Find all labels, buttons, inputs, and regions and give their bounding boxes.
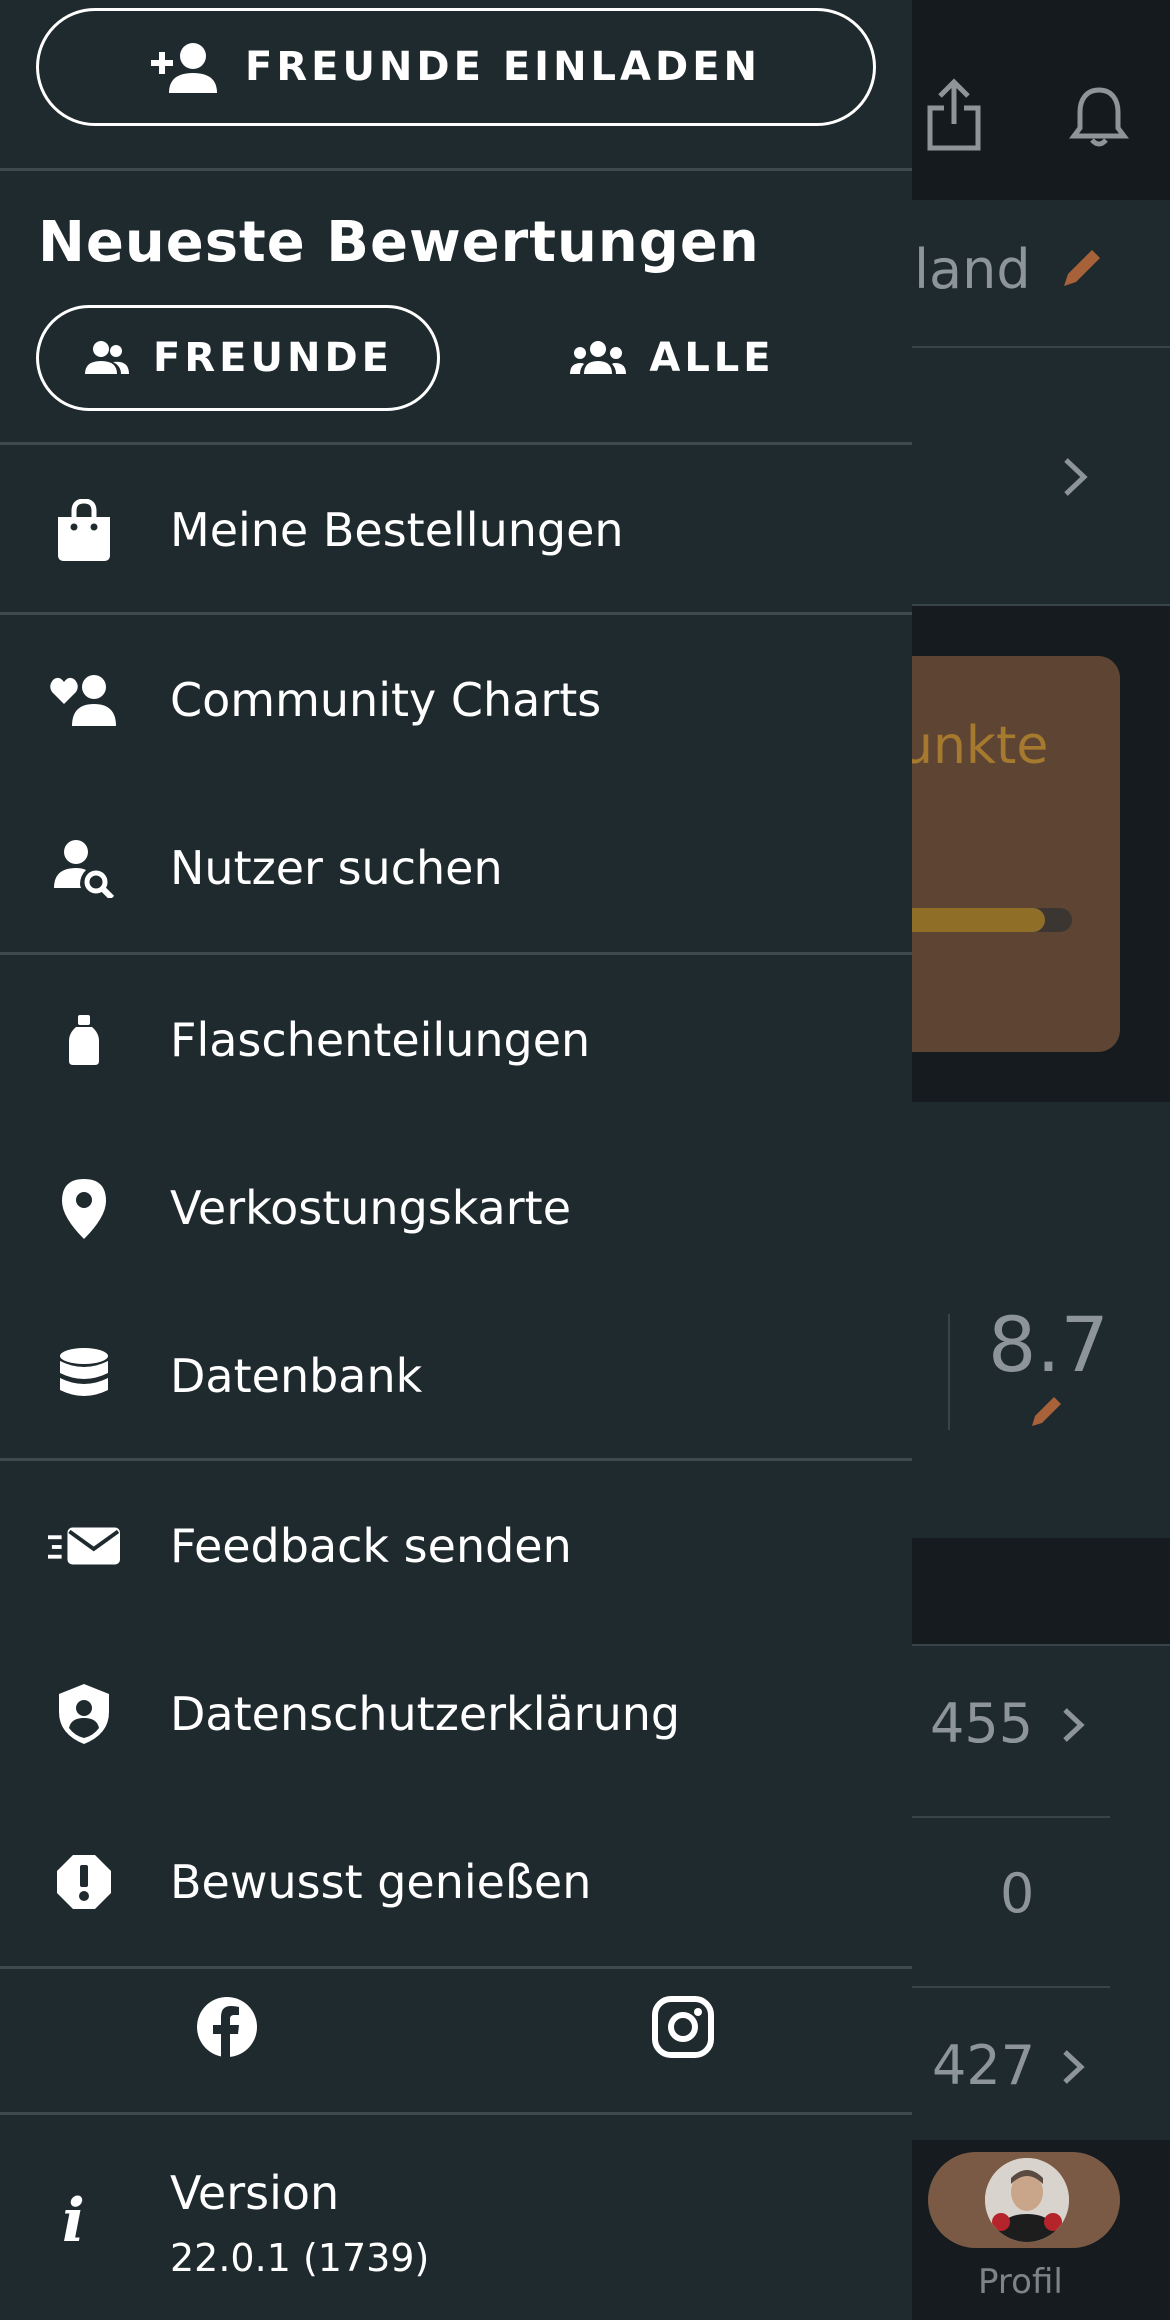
divider <box>0 1966 912 1969</box>
divider <box>0 952 912 955</box>
menu-item-label: Datenbank <box>170 1349 423 1403</box>
people-icon <box>85 341 130 374</box>
segment-all-label: ALLE <box>649 335 775 381</box>
menu-item-label: Datenschutzerklärung <box>170 1687 681 1741</box>
background-divider <box>912 1816 1110 1818</box>
invite-friends-button[interactable]: FREUNDE EINLADEN <box>36 8 876 126</box>
version-number: 22.0.1 (1739) <box>170 2236 430 2280</box>
menu-item-privacy-policy[interactable]: Datenschutzerklärung <box>0 1630 912 1798</box>
menu-item-drink-responsibly[interactable]: Bewusst genießen <box>0 1798 912 1966</box>
shopping-bag-icon <box>48 494 120 566</box>
background-title-fragment: land <box>914 238 1031 301</box>
menu-item-orders[interactable]: Meine Bestellungen <box>0 446 912 614</box>
navigation-drawer: FREUNDE EINLADEN Neueste Bewertungen FRE… <box>0 0 912 2320</box>
map-pin-icon <box>48 1172 120 1244</box>
chevron-right-icon[interactable] <box>1060 2048 1086 2086</box>
menu-item-tasting-map[interactable]: Verkostungskarte <box>0 1124 912 1292</box>
menu-item-label: Meine Bestellungen <box>170 503 624 557</box>
instagram-icon <box>652 1996 714 2058</box>
edit-pencil-icon[interactable] <box>1056 244 1106 294</box>
chevron-right-icon[interactable] <box>1060 456 1090 498</box>
menu-item-label: Flaschenteilungen <box>170 1013 591 1067</box>
stat-value-1: 455 <box>930 1692 1034 1755</box>
rating-score: 8.7 <box>988 1300 1109 1389</box>
privacy-shield-icon <box>48 1678 120 1750</box>
segment-friends[interactable]: FREUNDE <box>36 305 440 411</box>
stat-value-2: 0 <box>1000 1862 1035 1925</box>
divider <box>0 612 912 615</box>
user-search-icon <box>48 832 120 904</box>
alert-icon <box>48 1846 120 1918</box>
stat-value-3: 427 <box>932 2034 1036 2097</box>
instagram-link[interactable] <box>628 1972 738 2082</box>
add-person-icon <box>151 43 217 93</box>
divider <box>0 442 912 445</box>
share-icon[interactable] <box>924 78 984 152</box>
divider <box>0 1458 912 1461</box>
version-label: Version <box>170 2166 340 2220</box>
section-title-latest-ratings: Neueste Bewertungen <box>38 210 760 275</box>
points-card[interactable]: unkte <box>880 656 1120 1052</box>
group-icon <box>570 341 627 374</box>
menu-item-user-search[interactable]: Nutzer suchen <box>0 784 912 952</box>
send-mail-icon <box>48 1510 120 1582</box>
profile-tab-label: Profil <box>978 2262 1063 2302</box>
menu-item-label: Verkostungskarte <box>170 1181 571 1235</box>
edit-pencil-icon[interactable] <box>1026 1392 1066 1432</box>
community-heart-icon <box>48 664 120 736</box>
segment-friends-label: FREUNDE <box>153 335 393 381</box>
menu-item-label: Nutzer suchen <box>170 841 503 895</box>
chevron-right-icon[interactable] <box>1060 1706 1086 1744</box>
facebook-icon <box>197 1997 257 2058</box>
background-vertical-divider <box>948 1314 950 1430</box>
menu-item-label: Community Charts <box>170 673 602 727</box>
menu-item-label: Feedback senden <box>170 1519 572 1573</box>
menu-item-database[interactable]: Datenbank <box>0 1292 912 1460</box>
invite-friends-label: FREUNDE EINLADEN <box>245 44 761 90</box>
database-icon <box>48 1340 120 1412</box>
menu-item-send-feedback[interactable]: Feedback senden <box>0 1462 912 1630</box>
menu-item-bottle-shares[interactable]: Flaschenteilungen <box>0 956 912 1124</box>
menu-item-label: Bewusst genießen <box>170 1855 592 1909</box>
menu-item-community-charts[interactable]: Community Charts <box>0 616 912 784</box>
notification-bell-icon[interactable] <box>1068 84 1130 148</box>
background-divider <box>912 1986 1110 1988</box>
segment-all[interactable]: ALLE <box>470 305 874 411</box>
points-card-title: unkte <box>900 716 1049 776</box>
info-icon: i <box>62 2186 85 2256</box>
facebook-link[interactable] <box>172 1972 282 2082</box>
bottle-icon <box>48 1004 120 1076</box>
divider <box>0 2112 912 2115</box>
profile-avatar[interactable] <box>985 2158 1069 2242</box>
divider <box>0 168 912 171</box>
